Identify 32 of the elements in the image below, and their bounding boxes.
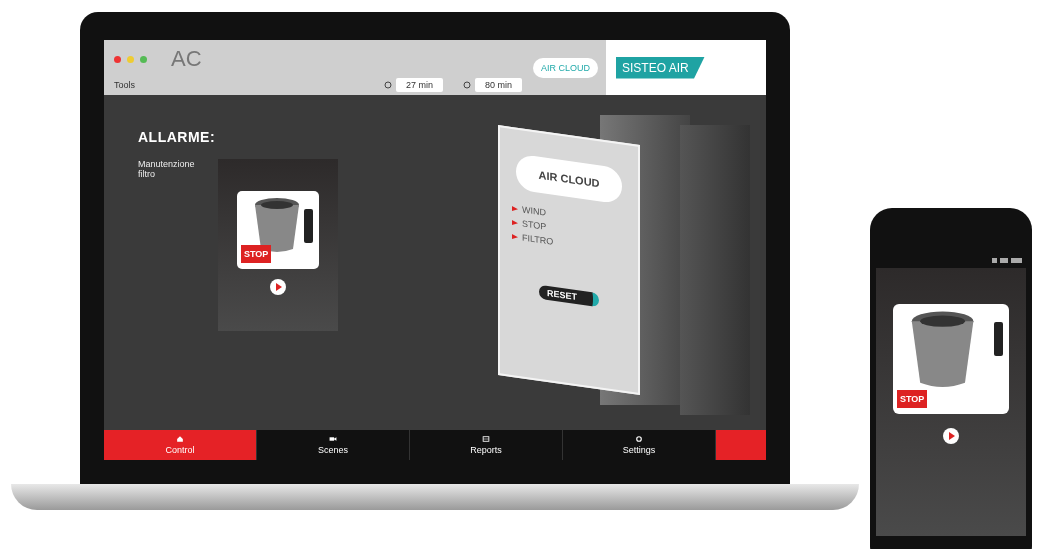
nav-end-block xyxy=(716,430,766,460)
grid-icon xyxy=(482,435,490,443)
stop-badge: STOP xyxy=(241,245,272,263)
nav-tab[interactable]: Control xyxy=(104,430,257,460)
clock-icon xyxy=(463,81,471,89)
play-button[interactable] xyxy=(270,279,286,295)
app-title: AC xyxy=(171,46,202,72)
play-button[interactable] xyxy=(943,428,959,444)
timer-field[interactable]: 80 min xyxy=(475,78,523,92)
list-item: FILTRO xyxy=(522,232,554,247)
list-item: WIND xyxy=(522,204,546,218)
alarm-title: ALLARME: xyxy=(138,129,217,145)
timer-field[interactable]: 27 min xyxy=(396,78,443,92)
minimize-dot[interactable] xyxy=(127,55,134,63)
menu-label[interactable]: Tools xyxy=(114,80,364,90)
clock-icon xyxy=(384,81,392,89)
reset-button[interactable]: RESET xyxy=(539,284,599,308)
brand-logo: SISTEO AIR xyxy=(616,56,705,79)
home-icon xyxy=(176,435,184,443)
status-icons xyxy=(992,258,1022,263)
traffic-light-icon xyxy=(304,209,313,243)
list-item: STOP xyxy=(522,218,547,232)
gear-icon xyxy=(635,435,643,443)
filter-icon xyxy=(253,197,301,253)
close-dot[interactable] xyxy=(114,55,121,63)
traffic-light-icon xyxy=(994,322,1003,356)
alarm-message: Manutenzione filtro xyxy=(138,159,196,181)
stop-badge: STOP xyxy=(897,390,928,408)
cloud-title: AIR CLOUD xyxy=(516,153,622,205)
cloud-badge: AIR CLOUD xyxy=(533,57,598,78)
camera-icon xyxy=(329,435,337,443)
maximize-dot[interactable] xyxy=(140,55,147,63)
